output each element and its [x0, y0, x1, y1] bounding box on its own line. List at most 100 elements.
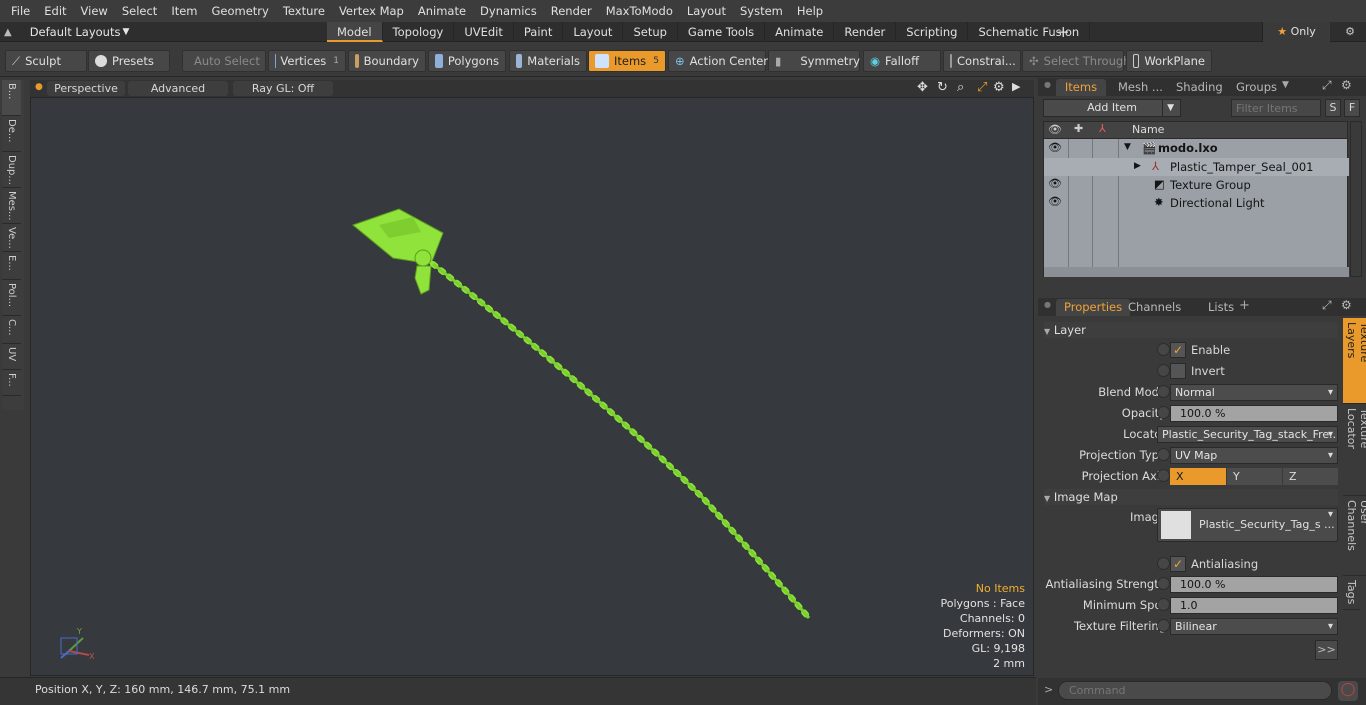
- left-tab-uv[interactable]: UV: [2, 344, 21, 370]
- symmetry-button[interactable]: ▮ Symmetry: [768, 50, 860, 72]
- tab-shading[interactable]: Shading: [1168, 79, 1231, 96]
- left-tab-vertex[interactable]: Ve...: [2, 224, 21, 252]
- image-picker[interactable]: Plastic_Security_Tag_s ... ▾: [1157, 508, 1338, 542]
- opacity-radio[interactable]: [1157, 406, 1170, 419]
- left-tab-mesh-edit[interactable]: Mes...: [2, 188, 21, 224]
- layer-section-header[interactable]: ▼ Layer: [1044, 322, 1338, 338]
- aa-strength-radio[interactable]: [1157, 577, 1170, 590]
- enable-checkbox[interactable]: ✓: [1170, 342, 1186, 358]
- gear-icon[interactable]: ⚙: [1336, 22, 1364, 42]
- action-center-button[interactable]: ⊕ Action Center: [668, 50, 768, 72]
- blend-mode-radio[interactable]: [1157, 385, 1170, 398]
- up-arrow-icon[interactable]: ▲: [4, 27, 12, 38]
- select-through-button[interactable]: ✣ Select Through: [1022, 50, 1130, 72]
- tab-channels[interactable]: Channels: [1120, 299, 1189, 316]
- expand-panel-icon[interactable]: ⤢: [1322, 78, 1332, 93]
- menu-view[interactable]: View: [74, 0, 115, 22]
- antialiasing-radio[interactable]: [1157, 557, 1170, 570]
- blend-mode-dropdown[interactable]: Normal: [1170, 384, 1338, 401]
- boundary-button[interactable]: Boundary: [348, 50, 426, 72]
- projection-axis-radio[interactable]: [1157, 469, 1170, 482]
- tabs-dropdown-icon[interactable]: ▼: [1282, 80, 1289, 90]
- tab-items[interactable]: Items: [1056, 79, 1106, 96]
- menu-edit[interactable]: Edit: [37, 0, 73, 22]
- projection-type-dropdown[interactable]: UV Map: [1170, 447, 1338, 464]
- auto-select-button[interactable]: Auto Select: [182, 50, 266, 72]
- s-button[interactable]: S: [1325, 99, 1341, 117]
- panel-dot-icon[interactable]: ●: [1044, 80, 1051, 89]
- perspective-button[interactable]: Perspective: [47, 81, 125, 96]
- tab-animate[interactable]: Animate: [765, 22, 835, 42]
- tab-mesh[interactable]: Mesh ...: [1110, 79, 1171, 96]
- side-tab-user-channels[interactable]: User Channels: [1343, 496, 1366, 576]
- tree-row-texture-group[interactable]: 👁 ◩ Texture Group: [1044, 176, 1349, 194]
- tab-scripting[interactable]: Scripting: [896, 22, 969, 42]
- f-button[interactable]: F: [1344, 99, 1360, 117]
- tab-uvedit[interactable]: UVEdit: [454, 22, 514, 42]
- presets-button[interactable]: Presets: [88, 50, 170, 72]
- sculpt-button[interactable]: ⟋ Sculpt: [5, 50, 87, 72]
- workplane-button[interactable]: WorkPlane: [1126, 50, 1212, 72]
- materials-button[interactable]: Materials: [509, 50, 587, 72]
- items-button[interactable]: Items 5: [588, 50, 666, 72]
- tab-schematic-fusion[interactable]: Schematic Fusion: [968, 22, 1091, 42]
- vertical-scrollbar[interactable]: [1350, 121, 1362, 277]
- tab-groups[interactable]: Groups: [1228, 79, 1285, 96]
- menu-geometry[interactable]: Geometry: [205, 0, 276, 22]
- properties-gear-icon[interactable]: ⚙: [1341, 298, 1352, 312]
- left-tab-edge[interactable]: E...: [2, 252, 21, 280]
- menu-layout[interactable]: Layout: [680, 0, 733, 22]
- viewport-more-icon[interactable]: ▶: [1012, 80, 1020, 93]
- menu-item[interactable]: Item: [164, 0, 204, 22]
- constraints-button[interactable]: Constrai...: [943, 50, 1021, 72]
- image-map-section-header[interactable]: ▼ Image Map: [1044, 489, 1338, 505]
- zoom-view-icon[interactable]: ⌕: [957, 80, 964, 95]
- texture-filtering-dropdown[interactable]: Bilinear: [1170, 618, 1338, 635]
- tab-setup[interactable]: Setup: [623, 22, 678, 42]
- filter-items-input[interactable]: [1231, 99, 1321, 117]
- left-tab-polygon[interactable]: Pol...: [2, 280, 21, 316]
- command-input[interactable]: [1058, 681, 1332, 700]
- menu-render[interactable]: Render: [544, 0, 599, 22]
- type-column-icon[interactable]: ⅄: [1099, 122, 1106, 135]
- tree-row-scene[interactable]: 👁 ▼ 🎬 modo.lxo: [1044, 140, 1349, 158]
- menu-help[interactable]: Help: [790, 0, 830, 22]
- tab-layout[interactable]: Layout: [563, 22, 624, 42]
- rotate-view-icon[interactable]: ↻: [937, 80, 948, 95]
- side-tab-texture-layers[interactable]: Texture Layers: [1343, 318, 1366, 404]
- left-tab-fusion[interactable]: F...: [2, 370, 21, 396]
- visibility-column-icon[interactable]: 👁: [1048, 123, 1062, 136]
- collapse-arrow-icon[interactable]: ▶: [1134, 161, 1141, 171]
- add-tab-icon[interactable]: +: [1239, 298, 1250, 313]
- menu-maxtomodo[interactable]: MaxToModo: [599, 0, 680, 22]
- minimum-spot-field[interactable]: 1.0: [1170, 597, 1338, 614]
- menu-texture[interactable]: Texture: [276, 0, 332, 22]
- antialiasing-checkbox[interactable]: ✓: [1170, 556, 1186, 572]
- more-button[interactable]: >>: [1315, 640, 1338, 660]
- axis-z-option[interactable]: Z: [1283, 468, 1338, 485]
- projection-type-radio[interactable]: [1157, 448, 1170, 461]
- only-button[interactable]: ★ Only: [1262, 22, 1330, 42]
- raygl-button[interactable]: Ray GL: Off: [233, 81, 333, 96]
- left-tab-deform[interactable]: De...: [2, 116, 21, 152]
- eye-icon[interactable]: 👁: [1048, 141, 1062, 154]
- texture-filtering-radio[interactable]: [1157, 619, 1170, 632]
- tab-render[interactable]: Render: [834, 22, 897, 42]
- advanced-button[interactable]: Advanced: [128, 81, 228, 96]
- locator-dropdown[interactable]: Plastic_Security_Tag_stack_Fre...: [1157, 426, 1338, 443]
- left-tab-curve[interactable]: C...: [2, 316, 21, 344]
- expand-arrow-icon[interactable]: ▼: [1124, 142, 1131, 152]
- left-tab-duplicate[interactable]: Dup...: [2, 152, 21, 188]
- viewport-gear-icon[interactable]: ⚙: [993, 80, 1005, 95]
- tab-model[interactable]: Model: [327, 22, 383, 42]
- menu-system[interactable]: System: [733, 0, 790, 22]
- menu-dynamics[interactable]: Dynamics: [473, 0, 544, 22]
- tree-row-light[interactable]: 👁 ✸ Directional Light: [1044, 194, 1349, 212]
- menu-file[interactable]: File: [4, 0, 37, 22]
- side-tab-tags[interactable]: Tags: [1343, 576, 1360, 610]
- 3d-viewport[interactable]: Y X No Items Polygons : Face Channels: 0…: [30, 97, 1034, 676]
- menu-animate[interactable]: Animate: [411, 0, 473, 22]
- tab-game-tools[interactable]: Game Tools: [678, 22, 766, 42]
- lock-column-icon[interactable]: ✚: [1074, 122, 1083, 135]
- menu-vertex-map[interactable]: Vertex Map: [332, 0, 411, 22]
